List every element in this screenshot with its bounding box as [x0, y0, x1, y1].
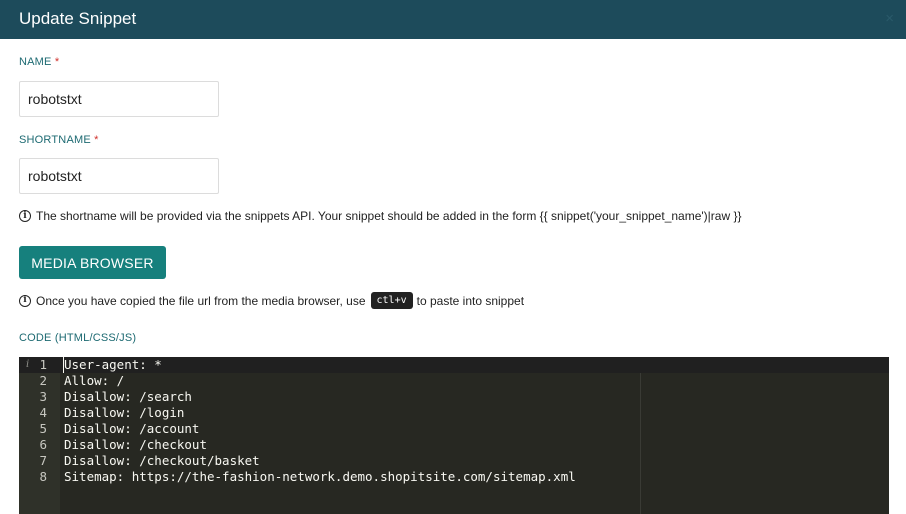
media-browser-button[interactable]: MEDIA BROWSER	[19, 246, 166, 279]
close-icon[interactable]: ×	[885, 10, 894, 27]
dialog-title: Update Snippet	[19, 9, 137, 28]
code-label: CODE (HTML/CSS/JS)	[19, 332, 137, 344]
shortcut-badge: ctl+v	[370, 292, 413, 309]
code-text: Disallow: /account	[64, 421, 200, 436]
name-input[interactable]	[19, 81, 219, 117]
info-icon: i	[19, 294, 31, 307]
code-line[interactable]: 8 Sitemap: https://the-fashion-network.de…	[19, 469, 889, 485]
name-label-text: NAME	[19, 56, 52, 68]
name-label: NAME *	[19, 56, 59, 68]
shortname-hint-text: The shortname will be provided via the s…	[36, 209, 742, 223]
line-number: 4	[39, 405, 47, 420]
shortname-label-text: SHORTNAME	[19, 134, 91, 146]
required-mark: *	[94, 134, 99, 146]
code-line[interactable]: 2 Allow: /	[19, 373, 889, 389]
info-icon: i	[19, 210, 31, 222]
shortname-input[interactable]	[19, 158, 219, 194]
code-text: User-agent: *	[64, 357, 162, 372]
code-line[interactable]: 6 Disallow: /checkout	[19, 437, 889, 453]
line-number: 1	[39, 357, 47, 372]
dialog-header: Update Snippet ×	[0, 0, 906, 39]
code-text: Disallow: /checkout	[64, 437, 207, 452]
code-text: Sitemap: https://the-fashion-network.dem…	[64, 469, 576, 484]
media-hint-before: Once you have copied the file url from t…	[36, 293, 366, 308]
code-text: Disallow: /checkout/basket	[64, 453, 260, 468]
code-text: Disallow: /login	[64, 405, 185, 420]
code-editor[interactable]: i 1 User-agent: * 2 Allow: /3 Disallow: /sear…	[19, 357, 889, 514]
line-number: 6	[39, 437, 47, 452]
line-number: 7	[39, 453, 47, 468]
shortname-label: SHORTNAME *	[19, 134, 99, 146]
code-line[interactable]: i 1 User-agent: *	[19, 357, 889, 373]
line-number: 5	[39, 421, 47, 436]
media-hint-after: to paste into snippet	[416, 293, 525, 308]
code-line[interactable]: 3 Disallow: /search	[19, 389, 889, 405]
code-line[interactable]: 5 Disallow: /account	[19, 421, 889, 437]
media-hint: i Once you have copied the file url from…	[19, 292, 524, 309]
code-text: Allow: /	[64, 373, 125, 388]
line-number: 3	[39, 389, 47, 404]
code-line[interactable]: 4 Disallow: /login	[19, 405, 889, 421]
text-cursor	[63, 357, 64, 373]
shortname-hint: i The shortname will be provided via the…	[19, 209, 741, 223]
line-number: 2	[39, 373, 47, 388]
code-text: Disallow: /search	[64, 389, 192, 404]
line-number: 8	[39, 469, 47, 484]
required-mark: *	[54, 56, 60, 68]
code-line[interactable]: 7 Disallow: /checkout/basket	[19, 453, 889, 469]
